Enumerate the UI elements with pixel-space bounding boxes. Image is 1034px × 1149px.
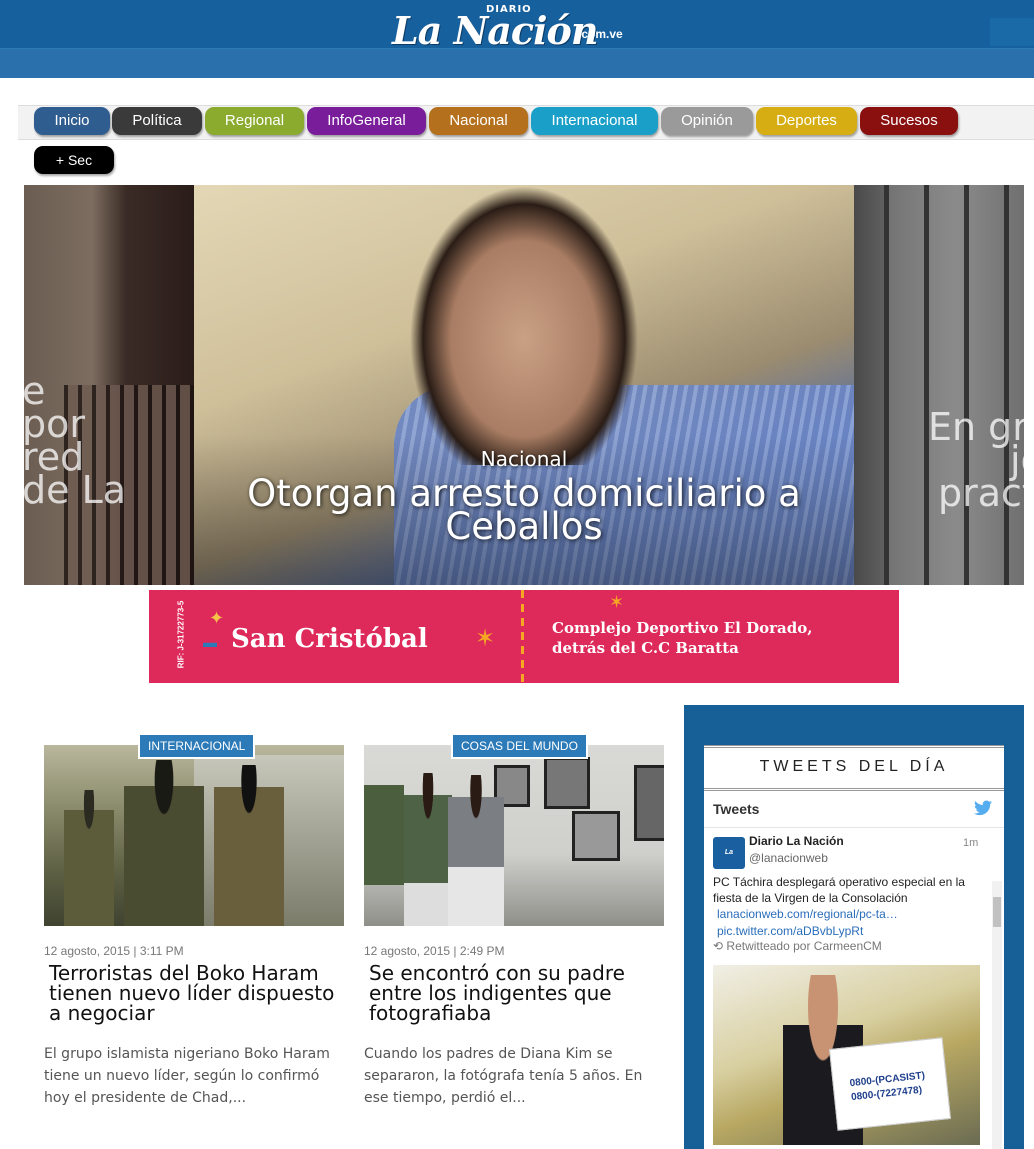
banner-star-icon: ✶ [609, 592, 625, 612]
article-image-frame [572, 811, 620, 861]
twitter-widget: TWEETS DEL DÍA Tweets La Nación Diario L… [704, 745, 1004, 1149]
article-card[interactable]: INTERNACIONAL 12 agosto, 2015 | 3:11 PM … [44, 733, 344, 1106]
article-image-person [448, 775, 504, 926]
article-image-figure [214, 765, 284, 926]
article-image-person [404, 773, 452, 926]
slide-current[interactable]: Nacional Otorgan arresto domiciliario a … [194, 185, 854, 585]
tweet-time[interactable]: 1m [963, 837, 978, 849]
nav-item-nacional[interactable]: Nacional [429, 107, 528, 135]
tweet-text: PC Táchira desplegará operativo especial… [713, 875, 965, 905]
nav-item-infogeneral[interactable]: InfoGeneral [307, 107, 426, 135]
slide-next-title: En gra jov pract [928, 408, 1024, 515]
nav-item-deportes[interactable]: Deportes [756, 107, 857, 135]
slide-title[interactable]: Otorgan arresto domiciliario a Ceballos [234, 475, 814, 545]
news-section: INTERNACIONAL 12 agosto, 2015 | 3:11 PM … [24, 705, 684, 1149]
tweet-pic-link[interactable]: pic.twitter.com/aDBvbLypRt [717, 924, 863, 938]
more-sections-button[interactable]: + Sec [34, 146, 114, 174]
article-date: 12 agosto, 2015 | 2:49 PM [364, 944, 505, 958]
article-image-plant [364, 785, 404, 885]
twitter-bird-icon[interactable] [974, 800, 992, 821]
main-nav: Inicio Política Regional InfoGeneral Nac… [18, 105, 1034, 140]
slide-image-portrait [409, 185, 639, 465]
nav-item-sucesos[interactable]: Sucesos [860, 107, 958, 135]
banner-city: San Cristóbal [231, 624, 428, 654]
tweets-scrollbar[interactable] [992, 881, 1002, 1149]
site-header: La Nación DIARIO .com.ve [0, 0, 1034, 78]
article-image[interactable] [44, 745, 344, 926]
nav-item-internacional[interactable]: Internacional [531, 107, 658, 135]
header-decoration [990, 18, 1034, 46]
nav-item-opinion[interactable]: Opinión [661, 107, 753, 135]
article-date: 12 agosto, 2015 | 3:11 PM [44, 944, 184, 958]
featured-slider[interactable]: e por red de La Nacional Otorgan arresto… [24, 185, 1024, 585]
banner-rif: RIF: J-31722773-5 [176, 600, 186, 669]
sidebar-title: TWEETS DEL DÍA [704, 745, 1004, 791]
article-image-figure [124, 760, 204, 926]
nav-item-regional[interactable]: Regional [205, 107, 304, 135]
logo-domain: .com.ve [578, 27, 623, 41]
nav-item-inicio[interactable]: Inicio [34, 107, 110, 135]
slide-prev[interactable]: e por red de La [24, 185, 194, 585]
article-category-tag[interactable]: INTERNACIONAL [138, 733, 256, 759]
slide-category[interactable]: Nacional [194, 447, 854, 471]
slide-next[interactable]: En gra jov pract [854, 185, 1024, 585]
tweet-avatar[interactable]: La Nación [713, 837, 745, 888]
banner-info-line: detrás del C.C Baratta [552, 639, 739, 657]
tweet-handle[interactable]: @lanacionweb [749, 851, 828, 865]
header-subband [0, 49, 1034, 78]
tweet-photo-sign: 0800-(PCASIST) 0800-(7227478) [829, 1037, 951, 1131]
tweet-link[interactable]: lanacionweb.com/regional/pc-ta… [717, 907, 898, 921]
tweet-user-name[interactable]: Diario La Nación [749, 834, 844, 848]
banner-star-icon: ✶ [475, 625, 496, 652]
article-image-frame [544, 757, 590, 809]
sidebar: TWEETS DEL DÍA Tweets La Nación Diario L… [684, 705, 1024, 1149]
slide-prev-line: de La [24, 468, 127, 512]
banner-divider [521, 590, 524, 683]
slide-next-image [884, 185, 1024, 585]
tweets-header: Tweets [704, 791, 1004, 828]
retweet-label: Retwitteado por CarmeenCM [726, 939, 882, 953]
logo-diario: DIARIO [486, 4, 532, 15]
slide-prev-title: e por red de La [24, 372, 222, 512]
banner-confetti-icon: ✦ [209, 608, 225, 628]
ad-banner[interactable]: RIF: J-31722773-5 ✦ ▬ San Cristóbal ✶ ✶ … [149, 590, 899, 683]
banner-info-line: Complejo Deportivo El Dorado, [552, 619, 813, 637]
article-card[interactable]: COSAS DEL MUNDO 12 agosto, 2015 | 2:49 P… [364, 733, 664, 1106]
nav-item-politica[interactable]: Política [112, 107, 202, 135]
retweet-icon: ⟲ [713, 939, 724, 953]
article-excerpt: Cuando los padres de Diana Kim se separa… [364, 1046, 643, 1106]
article-image-frame [634, 765, 664, 841]
article-headline[interactable]: Terroristas del Boko Haram tienen nuevo … [49, 963, 349, 1023]
article-headline[interactable]: Se encontró con su padre entre los indig… [369, 963, 669, 1023]
slide-next-line: pract [938, 471, 1024, 515]
scrollbar-thumb[interactable] [993, 897, 1001, 927]
article-image[interactable] [364, 745, 664, 926]
tweets-label[interactable]: Tweets [713, 801, 759, 817]
article-excerpt: El grupo islamista nigeriano Boko Haram … [44, 1046, 330, 1106]
banner-info: Complejo Deportivo El Dorado, detrás del… [552, 618, 812, 658]
tweet-retweet-info: ⟲ Retwitteado por CarmeenCM [713, 939, 882, 953]
banner-confetti-icon: ▬ [203, 634, 217, 650]
article-category-tag[interactable]: COSAS DEL MUNDO [451, 733, 588, 759]
article-image-figure [64, 790, 114, 926]
tweet-photo[interactable]: 0800-(PCASIST) 0800-(7227478) [713, 965, 980, 1145]
